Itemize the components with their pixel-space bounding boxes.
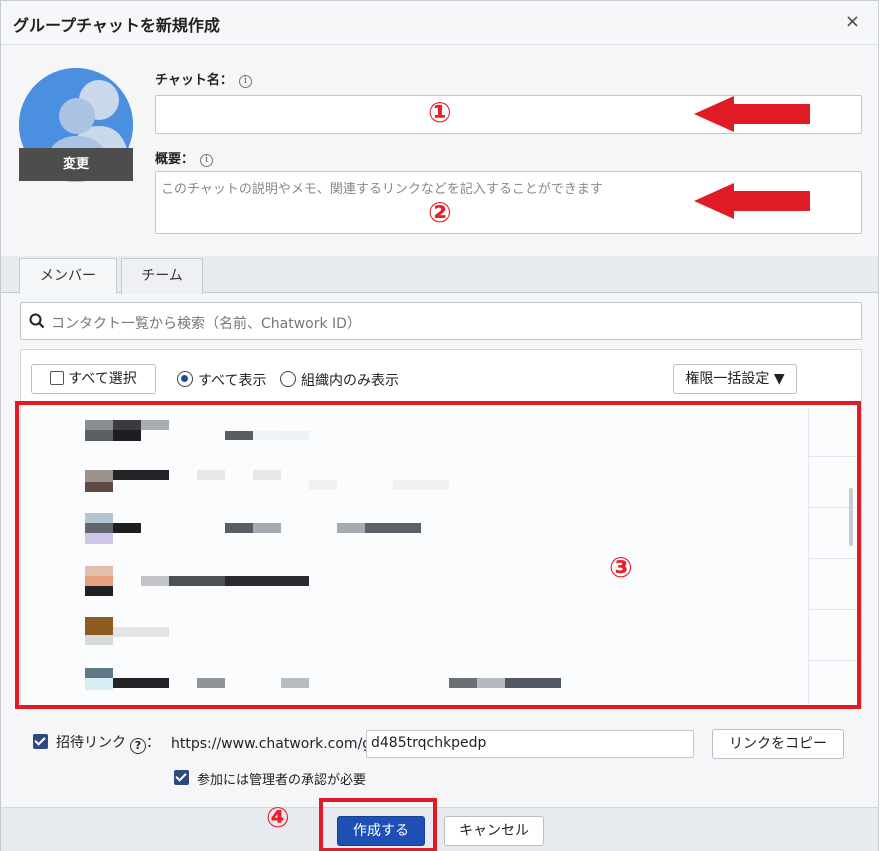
- show-org-radio[interactable]: [280, 371, 296, 387]
- invite-link-checkbox[interactable]: [33, 734, 48, 749]
- bulk-permission-button[interactable]: 権限一括設定 ▼: [673, 364, 797, 394]
- annotation-box-create: [319, 798, 437, 851]
- info-icon[interactable]: i: [200, 154, 214, 167]
- select-all-button[interactable]: すべて選択: [31, 364, 156, 394]
- group-chat-dialog: グループチャットを新規作成 × 変更 チャット名： i 概要： i このチャットの説…: [0, 0, 879, 851]
- invite-link-label: 招待リンク?：: [56, 732, 160, 754]
- member-tabs: メンバー チーム: [1, 256, 878, 294]
- tab-members[interactable]: メンバー: [19, 258, 117, 294]
- invite-url-prefix: https://www.chatwork.com/g/: [171, 736, 376, 752]
- show-all-radio[interactable]: [177, 371, 193, 387]
- tab-teams[interactable]: チーム: [121, 258, 203, 294]
- show-all-label: すべて表示: [198, 373, 267, 389]
- annotation-3: ③: [609, 551, 633, 584]
- info-icon[interactable]: i: [238, 75, 252, 88]
- contact-search-input[interactable]: コンタクト一覧から検索（名前、Chatwork ID）: [20, 302, 862, 340]
- select-all-checkbox[interactable]: [50, 371, 65, 385]
- red-arrow-icon: [694, 96, 810, 132]
- show-org-label: 組織内のみ表示: [301, 373, 399, 389]
- select-all-label: すべて選択: [68, 371, 137, 387]
- summary-label: 概要： i: [155, 148, 214, 167]
- approval-checkbox[interactable]: [174, 770, 189, 785]
- copy-link-button[interactable]: リンクをコピー: [712, 729, 844, 759]
- invite-colon: ：: [146, 735, 160, 751]
- search-icon: [29, 313, 45, 329]
- invite-url-code-input[interactable]: d485trqchkpedp: [366, 730, 694, 758]
- search-placeholder: コンタクト一覧から検索（名前、Chatwork ID）: [51, 316, 361, 332]
- cancel-button[interactable]: キャンセル: [444, 816, 544, 846]
- dialog-title: グループチャットを新規作成: [13, 16, 220, 35]
- invite-link-label-text: 招待リンク: [56, 735, 126, 751]
- chat-name-label: チャット名： i: [155, 69, 252, 88]
- member-toolbar: すべて選択 すべて表示 組織内のみ表示 権限一括設定 ▼: [21, 350, 861, 408]
- approval-label: 参加には管理者の承認が必要: [197, 773, 367, 788]
- annotation-2: ②: [428, 196, 452, 229]
- chat-settings-area: 変更 チャット名： i 概要： i このチャットの説明やメモ、関連するリンクなどを記…: [1, 46, 878, 256]
- annotation-4: ④: [266, 801, 290, 834]
- summary-placeholder: このチャットの説明やメモ、関連するリンクなどを記入することができます: [161, 182, 603, 197]
- chat-name-label-text: チャット名：: [155, 73, 233, 88]
- red-arrow-icon: [694, 183, 810, 219]
- help-icon[interactable]: ?: [130, 738, 146, 754]
- annotation-1: ①: [428, 96, 452, 129]
- annotation-box-members: [15, 401, 861, 709]
- summary-label-text: 概要：: [155, 152, 195, 167]
- dialog-footer: [1, 807, 878, 851]
- change-avatar-button[interactable]: 変更: [19, 148, 133, 181]
- dialog-titlebar: グループチャットを新規作成 ×: [1, 1, 878, 45]
- close-icon[interactable]: ×: [845, 11, 860, 32]
